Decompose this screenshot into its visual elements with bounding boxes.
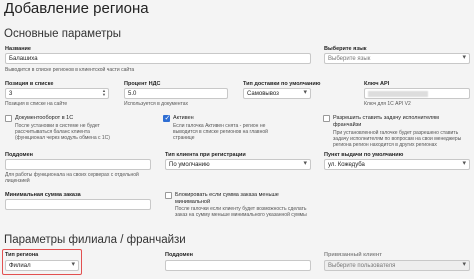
- active-hint: Если галочка Активен снята - регион не в…: [173, 123, 268, 142]
- client-type-value: По умолчанию: [169, 162, 210, 168]
- franchise-tasks-label: Разрешить ставить задачу исполнителям фр…: [333, 115, 439, 128]
- api-key-redacted: [368, 91, 428, 97]
- region-type-value: Филиал: [9, 263, 31, 269]
- position-hint: Позиция в списке на сайте: [5, 101, 68, 107]
- subdomain-hint: Для работы функционала на своих серверах…: [5, 172, 139, 185]
- vat-hint: Используется в документах: [124, 101, 189, 107]
- vat-label: Процент НДС: [124, 81, 161, 87]
- active-label: Активен: [173, 115, 194, 121]
- block-order-checkbox[interactable]: [165, 192, 172, 199]
- client-type-label: Тип клиента при регистрации: [165, 152, 246, 158]
- api-key-input[interactable]: [364, 88, 470, 99]
- block-order-hint: После галочки если клиенту будет возможн…: [175, 206, 307, 219]
- pickup-point-select[interactable]: ул. Кожедуба: [324, 159, 470, 170]
- bound-client-value: Выберите пользователя: [328, 263, 396, 269]
- client-type-select[interactable]: По умолчанию: [165, 159, 311, 170]
- section-basic-title: Основные параметры: [4, 28, 122, 40]
- delivery-type-value: Самовывоз: [247, 91, 279, 97]
- franchise-tasks-hint: При установленной галочке будет разрешен…: [333, 130, 462, 149]
- position-stepper-icon[interactable]: ▲ ▼: [102, 89, 106, 97]
- region-type-label: Тип региона: [5, 252, 39, 258]
- name-hint: Выводится в списке регионов в клиентской…: [5, 67, 135, 73]
- min-order-input[interactable]: [5, 199, 151, 210]
- position-input[interactable]: 3 ▲ ▼: [5, 88, 109, 99]
- name-input[interactable]: Балашиха: [5, 53, 311, 64]
- subdomain2-label: Поддомен: [165, 252, 193, 258]
- name-label: Название: [5, 46, 31, 52]
- doc-flow-label: Документооборот в 1С: [15, 115, 74, 121]
- language-select[interactable]: Выберите язык: [324, 53, 470, 64]
- position-label: Позиция в списке: [5, 81, 54, 87]
- region-type-select[interactable]: Филиал: [5, 260, 79, 271]
- bound-client-select[interactable]: Выберите пользователя: [324, 260, 470, 271]
- subdomain-label: Поддомен: [5, 152, 33, 158]
- language-label: Выберите язык: [324, 46, 367, 52]
- active-checkbox[interactable]: [163, 114, 170, 122]
- api-key-label: Ключ API: [364, 81, 390, 87]
- pickup-point-label: Пункт выдачи по умолчанию: [324, 152, 404, 158]
- min-order-label: Минимальная сумма заказа: [5, 192, 81, 198]
- pickup-point-value: ул. Кожедуба: [328, 162, 365, 168]
- subdomain2-input[interactable]: [165, 260, 311, 271]
- block-order-label: Блокировать если сумма заказа меньше мин…: [175, 192, 279, 205]
- subdomain-input[interactable]: [5, 159, 151, 170]
- position-value: 3: [9, 91, 13, 97]
- page-title: Добавление региона: [4, 0, 149, 17]
- api-key-hint: Ключ для 1С API V2: [364, 101, 411, 107]
- doc-flow-hint: После установки в системе не будет рассч…: [15, 123, 110, 142]
- doc-flow-checkbox[interactable]: [5, 115, 12, 122]
- delivery-type-select[interactable]: Самовывоз: [243, 88, 311, 99]
- delivery-type-label: Тип доставки по умолчанию: [243, 81, 321, 87]
- franchise-tasks-checkbox[interactable]: [323, 115, 330, 122]
- section-branch-title: Параметры филиала / франчайзи: [4, 234, 186, 246]
- bound-client-label: Привязанный клиент: [324, 252, 382, 258]
- vat-input[interactable]: 5.0: [124, 88, 228, 99]
- language-select-value: Выберите язык: [328, 56, 371, 62]
